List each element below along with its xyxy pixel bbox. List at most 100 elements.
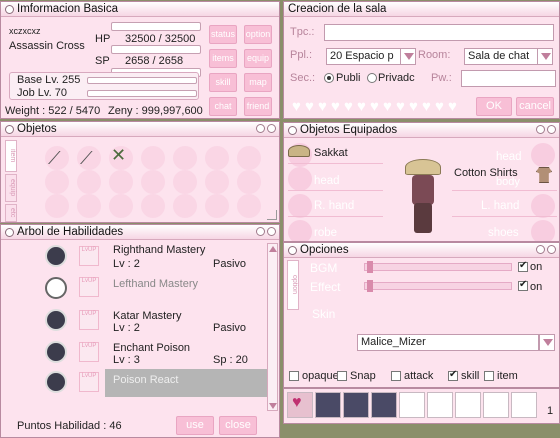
skill-scrollbar[interactable] — [267, 243, 278, 411]
use-button[interactable]: use — [176, 416, 214, 435]
title-input[interactable] — [324, 24, 554, 41]
items-button[interactable]: items — [209, 49, 237, 68]
equipment-titlebar[interactable]: Objetos Equipados — [284, 123, 559, 138]
inventory-slot[interactable] — [45, 194, 69, 218]
righthand-mastery-icon[interactable] — [45, 245, 67, 267]
room-type-select[interactable]: Sala de chat — [464, 48, 538, 65]
equip-left-head-mid[interactable]: head — [314, 175, 340, 187]
bgm-slider-handle[interactable] — [367, 261, 373, 273]
inventory-titlebar[interactable]: Objetos — [1, 122, 279, 137]
equip-right-head[interactable]: head — [496, 151, 522, 163]
lefthand-mastery-icon[interactable] — [45, 277, 67, 299]
equip-slot-head-right[interactable] — [531, 143, 555, 167]
inventory-slot[interactable] — [77, 170, 101, 194]
bgm-checkbox[interactable]: ✔ — [518, 260, 528, 272]
skill-tree-titlebar[interactable]: Arbol de Habilidades — [1, 225, 279, 240]
close-icon[interactable] — [267, 227, 276, 236]
inventory-slot[interactable] — [237, 194, 261, 218]
katar-item-icon[interactable]: ⟋ — [48, 148, 68, 170]
public-radio[interactable] — [324, 73, 334, 83]
equip-button[interactable]: equip — [244, 49, 272, 68]
lvup-button[interactable]: LvUP — [79, 372, 99, 392]
hotkey-slot-7[interactable] — [455, 392, 481, 418]
hotkey-skill-slot-2[interactable] — [315, 392, 341, 418]
effect-checkbox[interactable]: ✔ — [518, 279, 528, 291]
close-icon[interactable] — [547, 125, 556, 134]
heal-skill-slot[interactable]: ♥ — [287, 392, 313, 418]
inventory-slot[interactable] — [205, 170, 229, 194]
option-button[interactable]: option — [244, 25, 272, 44]
equip-body-armor[interactable]: Cotton Shirts — [454, 167, 518, 179]
lvup-button[interactable]: LvUP — [79, 277, 99, 297]
inventory-tab-item[interactable]: item — [5, 140, 17, 172]
inventory-slot[interactable] — [237, 146, 261, 170]
lvup-button[interactable]: LvUP — [79, 310, 99, 330]
friend-button[interactable]: friend — [244, 97, 272, 116]
equip-left-hand[interactable]: L. hand — [481, 200, 519, 212]
poison-react-icon[interactable] — [45, 371, 67, 393]
bgm-slider[interactable] — [364, 261, 512, 273]
dagger-item-icon[interactable]: ✕ — [111, 145, 133, 169]
chat-button[interactable]: chat — [209, 97, 237, 116]
close-icon[interactable] — [267, 124, 276, 133]
inventory-slot[interactable] — [205, 194, 229, 218]
inventory-slot[interactable] — [173, 170, 197, 194]
skin-select[interactable]: Malice_Mizer — [357, 334, 539, 351]
basic-info-titlebar[interactable]: Imformacion Basica — [1, 2, 279, 17]
equip-shoes[interactable]: shoes — [488, 227, 519, 239]
option-checkbox-opaque[interactable] — [289, 371, 299, 381]
equip-slot-head-mid[interactable] — [288, 167, 312, 191]
equip-slot-shoes[interactable] — [531, 220, 555, 241]
inventory-slot[interactable] — [141, 194, 165, 218]
lvup-button[interactable]: LvUP — [79, 342, 99, 362]
room-type-dropdown-icon[interactable] — [537, 48, 553, 65]
hotkey-skill-slot-3[interactable] — [343, 392, 369, 418]
ppl-select[interactable]: 20 Espacio p — [326, 48, 401, 65]
inventory-slot[interactable] — [77, 194, 101, 218]
equip-slot-robe[interactable] — [288, 220, 312, 241]
equip-slot-left-hand[interactable] — [531, 194, 555, 218]
options-titlebar[interactable]: Opciones — [284, 243, 559, 258]
effect-slider[interactable] — [364, 280, 512, 292]
katar-mastery-icon[interactable] — [45, 309, 67, 331]
minimize-icon[interactable] — [536, 125, 545, 134]
cancel-button[interactable]: cancel — [516, 97, 554, 116]
effect-slider-handle[interactable] — [367, 280, 373, 292]
hotkey-slot-5[interactable] — [399, 392, 425, 418]
ok-button[interactable]: OK — [476, 97, 512, 116]
minimize-icon[interactable] — [256, 124, 265, 133]
hotkey-slot-9[interactable] — [511, 392, 537, 418]
resize-handle[interactable] — [267, 210, 277, 220]
chat-room-titlebar[interactable]: Creacion de la sala — [284, 2, 559, 17]
inventory-slot[interactable] — [141, 146, 165, 170]
equip-right-hand[interactable]: R. hand — [314, 200, 354, 212]
status-button[interactable]: status — [209, 25, 237, 44]
skin-dropdown-icon[interactable] — [539, 334, 555, 351]
inventory-tab-equip[interactable]: equip — [5, 174, 17, 202]
password-input[interactable] — [461, 70, 556, 87]
inventory-tab-etc[interactable]: etc — [5, 204, 17, 222]
hotkey-skill-slot-4[interactable] — [371, 392, 397, 418]
equip-left-head-top[interactable]: Sakkat — [314, 147, 348, 159]
close-button[interactable]: close — [219, 416, 257, 435]
katar-item-icon-2[interactable]: ⟋ — [80, 148, 100, 170]
option-checkbox-item[interactable] — [484, 371, 494, 381]
option-checkbox-skill[interactable]: ✔ — [448, 369, 458, 381]
inventory-slot[interactable] — [237, 170, 261, 194]
inventory-slot[interactable] — [173, 146, 197, 170]
skill-button[interactable]: skill — [209, 73, 237, 92]
inventory-slot[interactable] — [109, 170, 133, 194]
options-tab[interactable]: option — [287, 260, 299, 310]
minimize-icon[interactable] — [536, 245, 545, 254]
equip-robe[interactable]: robe — [314, 227, 337, 239]
lvup-button[interactable]: LvUP — [79, 246, 99, 266]
inventory-slot[interactable] — [173, 194, 197, 218]
hotkey-slot-6[interactable] — [427, 392, 453, 418]
hotkey-slot-8[interactable] — [483, 392, 509, 418]
enchant-poison-icon[interactable] — [45, 341, 67, 363]
minimize-icon[interactable] — [256, 227, 265, 236]
option-checkbox-attack[interactable] — [391, 371, 401, 381]
map-button[interactable]: map — [244, 73, 272, 92]
option-checkbox-snap[interactable] — [337, 371, 347, 381]
inventory-slot[interactable] — [109, 194, 133, 218]
